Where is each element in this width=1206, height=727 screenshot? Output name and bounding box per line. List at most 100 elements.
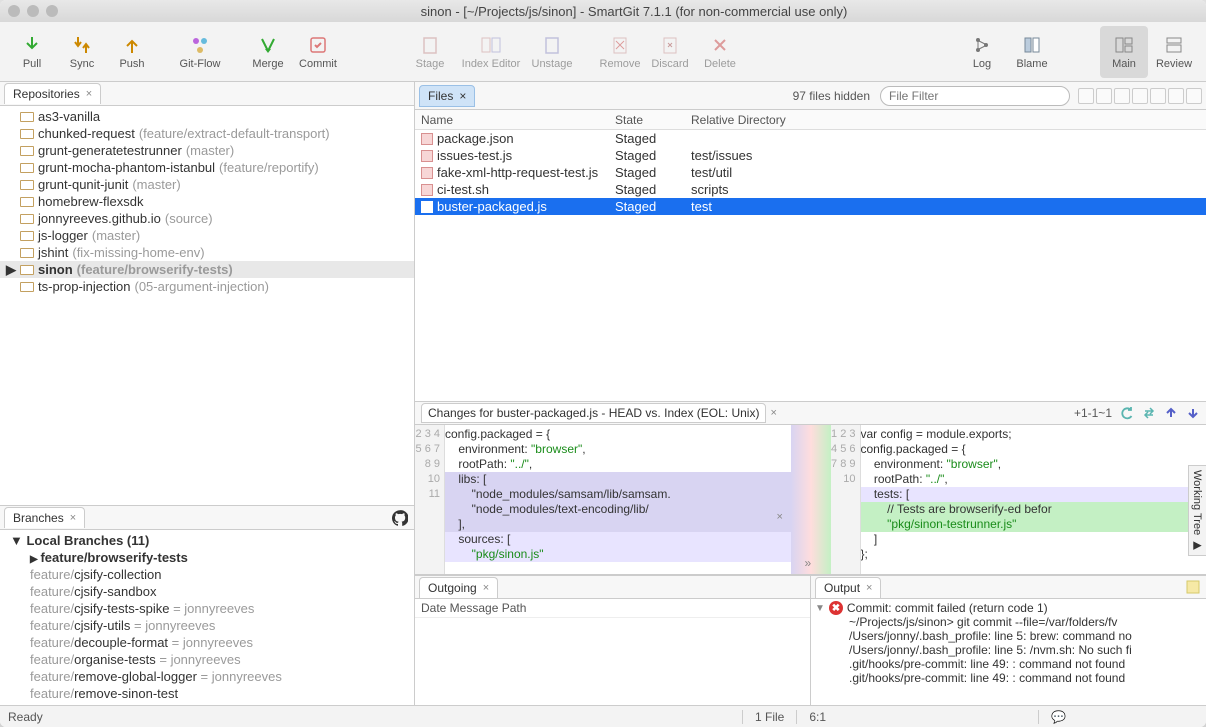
remove-button[interactable]: Remove [596,26,644,78]
repo-item[interactable]: homebrew-flexsdk [0,193,414,210]
close-icon[interactable]: × [770,407,776,419]
collapse-icon[interactable]: ▼ [815,603,825,614]
content-area: Repositories × as3-vanilla chunked-reque… [0,82,1206,705]
repositories-tab[interactable]: Repositories × [4,83,101,104]
files-table[interactable]: package.jsonStagedissues-test.jsStagedte… [415,130,1206,215]
repo-item[interactable]: js-logger (master) [0,227,414,244]
repo-item[interactable]: jonnyreeves.github.io (source) [0,210,414,227]
branch-item[interactable]: feature/remove-global-logger = jonnyreev… [0,668,414,685]
branch-item[interactable]: feature/browserify-tests [0,549,414,566]
repo-item[interactable]: ts-prop-injection (05-argument-injection… [0,278,414,295]
repo-item[interactable]: grunt-mocha-phantom-istanbul (feature/re… [0,159,414,176]
repo-icon [20,180,34,190]
close-icon[interactable]: × [459,89,466,103]
chat-icon[interactable]: 💬 [1038,710,1078,724]
file-row[interactable]: package.jsonStaged [415,130,1206,147]
branch-item[interactable]: feature/cjsify-tests-spike = jonnyreeves [0,600,414,617]
branch-item[interactable]: feature/remove-sinon-test [0,685,414,702]
repo-item[interactable]: as3-vanilla [0,108,414,125]
commit-button[interactable]: Commit [294,26,342,78]
file-row[interactable]: issues-test.jsStagedtest/issues [415,147,1206,164]
stage-button[interactable]: Stage [406,26,454,78]
file-row[interactable]: fake-xml-http-request-test.jsStagedtest/… [415,164,1206,181]
chevron-right-icon[interactable]: » [805,556,812,570]
close-icon[interactable]: × [86,88,92,100]
col-name[interactable]: Name [415,113,615,127]
swap-icon[interactable] [1142,406,1156,420]
branches-tab[interactable]: Branches × [4,507,85,528]
unstage-button[interactable]: Unstage [528,26,576,78]
repo-item[interactable]: ▶ sinon (feature/browserify-tests) [0,261,414,278]
diff-right-pane[interactable]: 1 2 3 4 5 6 7 8 9 10 var config = module… [831,425,1206,574]
filter-toggle-icon[interactable] [1114,88,1130,104]
review-perspective-button[interactable]: Review [1150,26,1198,78]
branch-item[interactable]: feature/cjsify-sandbox [0,583,414,600]
filter-toggle-icon[interactable] [1168,88,1184,104]
filter-toggle-icon[interactable] [1096,88,1112,104]
index-editor-button[interactable]: Index Editor [456,26,526,78]
files-tab[interactable]: Files × [419,85,475,107]
blame-button[interactable]: Blame [1008,26,1056,78]
branch-item[interactable]: feature/cjsify-collection [0,566,414,583]
prev-change-icon[interactable] [1164,406,1178,420]
right-column: Files × 97 files hidden Name State [415,82,1206,705]
filter-toggle-icon[interactable] [1078,88,1094,104]
close-window-icon[interactable] [8,5,20,17]
close-icon[interactable]: × [777,511,783,523]
next-change-icon[interactable] [1186,406,1200,420]
sync-button[interactable]: Sync [58,26,106,78]
output-error-line[interactable]: ▼ ✖ Commit: commit failed (return code 1… [815,601,1202,615]
branch-item[interactable]: feature/decouple-format = jonnyreeves [0,634,414,651]
status-bar: Ready 1 File 6:1 💬 [0,705,1206,727]
repo-item[interactable]: grunt-generatetestrunner (master) [0,142,414,159]
repo-item[interactable]: chunked-request (feature/extract-default… [0,125,414,142]
file-filter-input[interactable] [880,86,1070,106]
merge-button[interactable]: Merge [244,26,292,78]
minimize-window-icon[interactable] [27,5,39,17]
files-table-header: Name State Relative Directory [415,110,1206,130]
close-icon[interactable]: × [483,582,489,594]
github-icon[interactable] [392,510,408,526]
zoom-window-icon[interactable] [46,5,58,17]
main-perspective-button[interactable]: Main [1100,26,1148,78]
refresh-icon[interactable] [1120,406,1134,420]
file-row[interactable]: buster-packaged.jsStagedtest [415,198,1206,215]
changes-tab[interactable]: Changes for buster-packaged.js - HEAD vs… [421,403,766,423]
diff-left-pane[interactable]: 2 3 4 5 6 7 8 9 10 11 config.packaged = … [415,425,791,574]
outgoing-tab[interactable]: Outgoing × [419,577,498,598]
repo-icon [20,214,34,224]
bottom-panels: Outgoing × Date Message Path Output × [415,575,1206,705]
discard-button[interactable]: Discard [646,26,694,78]
repositories-list[interactable]: as3-vanilla chunked-request (feature/ext… [0,106,414,505]
repo-icon [20,197,34,207]
log-button[interactable]: Log [958,26,1006,78]
branch-item[interactable]: feature/cjsify-utils = jonnyreeves [0,617,414,634]
repo-item[interactable]: grunt-qunit-junit (master) [0,176,414,193]
branch-item[interactable]: feature/organise-tests = jonnyreeves [0,651,414,668]
branches-list[interactable]: ▼ Local Branches (11) feature/browserify… [0,530,414,705]
filter-toggle-icon[interactable] [1186,88,1202,104]
output-line: .git/hooks/pre-commit: line 49: : comman… [815,671,1202,685]
filter-toggle-icon[interactable] [1132,88,1148,104]
working-tree-label[interactable]: Working Tree ▶ [1188,465,1206,556]
diff-view[interactable]: 2 3 4 5 6 7 8 9 10 11 config.packaged = … [415,425,1206,575]
delete-button[interactable]: Delete [696,26,744,78]
col-dir[interactable]: Relative Directory [691,113,1206,127]
output-line: ~/Projects/js/sinon> git commit --file=/… [815,615,1202,629]
repo-icon [20,146,34,156]
output-tab[interactable]: Output × [815,577,881,598]
outgoing-header: Date Message Path [415,599,810,618]
status-filecount: 1 File [742,710,796,724]
pull-button[interactable]: Pull [8,26,56,78]
branch-group[interactable]: ▼ Local Branches (11) [0,532,414,549]
repo-item[interactable]: jshint (fix-missing-home-env) [0,244,414,261]
note-icon[interactable] [1186,580,1200,594]
output-body[interactable]: ▼ ✖ Commit: commit failed (return code 1… [811,599,1206,705]
filter-toggle-icon[interactable] [1150,88,1166,104]
file-row[interactable]: ci-test.shStagedscripts [415,181,1206,198]
push-button[interactable]: Push [108,26,156,78]
gitflow-button[interactable]: Git-Flow [176,26,224,78]
close-icon[interactable]: × [866,582,872,594]
close-icon[interactable]: × [70,512,76,524]
col-state[interactable]: State [615,113,691,127]
